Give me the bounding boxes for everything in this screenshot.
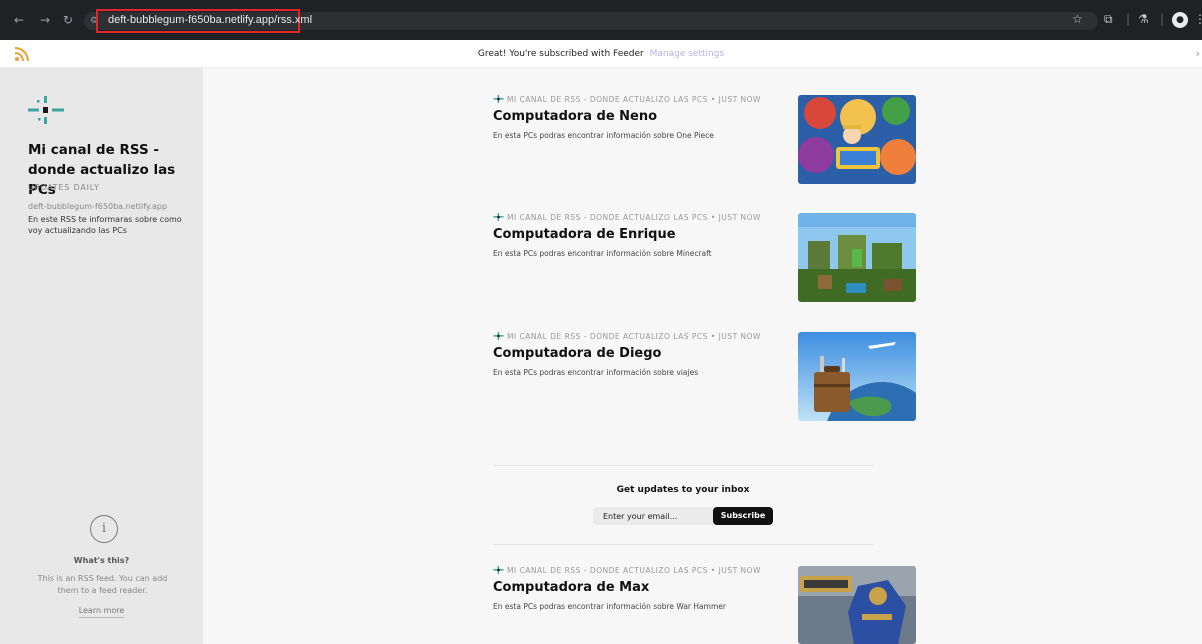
item-title[interactable]: Computadora de Enrique xyxy=(493,227,676,242)
item-thumbnail-war-hammer[interactable] xyxy=(798,566,916,644)
address-bar[interactable]: ⚙ deft-bubblegum-f650ba.netlify.app/rss.… xyxy=(84,9,1098,33)
section-divider xyxy=(493,544,873,545)
item-meta: MI CANAL DE RSS - DONDE ACTUALIZO LAS PC… xyxy=(493,213,761,222)
profile-avatar-icon[interactable]: ● xyxy=(1172,12,1188,28)
toolbar-separator: | xyxy=(1160,12,1165,26)
item-meta-text: MI CANAL DE RSS - DONDE ACTUALIZO LAS PC… xyxy=(507,213,761,222)
chevron-right-icon[interactable]: › xyxy=(1196,47,1200,60)
feed-item[interactable]: MI CANAL DE RSS - DONDE ACTUALIZO LAS PC… xyxy=(493,566,918,644)
item-thumbnail-one-piece[interactable] xyxy=(798,95,916,184)
feed-description: En este RSS te informaras sobre como voy… xyxy=(28,215,182,235)
info-icon: i xyxy=(90,515,118,543)
item-description: En esta PCs podras encontrar información… xyxy=(493,131,714,140)
item-thumbnail-travel[interactable] xyxy=(798,332,916,421)
url-text[interactable]: deft-bubblegum-f650ba.netlify.app/rss.xm… xyxy=(108,14,312,26)
whats-this-description: This is an RSS feed. You can add them to… xyxy=(37,574,168,595)
netlify-mini-logo-icon xyxy=(493,213,504,221)
back-icon[interactable]: ← xyxy=(14,12,24,28)
section-divider xyxy=(493,465,873,466)
feed-item[interactable]: MI CANAL DE RSS - DONDE ACTUALIZO LAS PC… xyxy=(493,95,918,185)
browser-toolbar: ← → ↻ ⚙ deft-bubblegum-f650ba.netlify.ap… xyxy=(0,0,1202,40)
bookmark-star-icon[interactable]: ☆ xyxy=(1072,11,1083,27)
feed-sidebar: Mi canal de RSS - donde actualizo las PC… xyxy=(0,68,203,644)
item-description: En esta PCs podras encontrar información… xyxy=(493,368,699,377)
email-input[interactable] xyxy=(593,507,713,525)
manage-settings-link[interactable]: Manage settings xyxy=(650,49,725,59)
learn-more-link-wrap: Learn more xyxy=(0,606,203,618)
item-description: En esta PCs podras encontrar información… xyxy=(493,249,712,258)
item-meta: MI CANAL DE RSS - DONDE ACTUALIZO LAS PC… xyxy=(493,332,761,341)
subscribe-button[interactable]: Subscribe xyxy=(713,507,773,525)
item-meta-text: MI CANAL DE RSS - DONDE ACTUALIZO LAS PC… xyxy=(507,332,761,341)
whats-this-title: What's this? xyxy=(73,556,130,565)
feed-domain[interactable]: deft-bubblegum-f650ba.netlify.app xyxy=(28,202,167,211)
subscribed-text: Great! You're subscribed with Feeder xyxy=(477,49,644,59)
menu-kebab-icon[interactable]: ⋮ xyxy=(1194,11,1202,27)
update-frequency: UPDATES DAILY xyxy=(28,183,100,192)
item-meta-text: MI CANAL DE RSS - DONDE ACTUALIZO LAS PC… xyxy=(507,566,761,575)
netlify-logo-icon xyxy=(28,96,64,124)
item-thumbnail-minecraft[interactable] xyxy=(798,213,916,302)
toolbar-separator: | xyxy=(1126,12,1131,26)
item-meta: MI CANAL DE RSS - DONDE ACTUALIZO LAS PC… xyxy=(493,95,761,104)
forward-icon[interactable]: → xyxy=(40,12,50,28)
feed-item[interactable]: MI CANAL DE RSS - DONDE ACTUALIZO LAS PC… xyxy=(493,332,918,422)
item-title[interactable]: Computadora de Diego xyxy=(493,346,661,361)
subscribe-title: Get updates to your inbox xyxy=(616,485,750,495)
netlify-mini-logo-icon xyxy=(493,332,504,340)
learn-more-link[interactable]: Learn more xyxy=(78,606,125,618)
item-title[interactable]: Computadora de Max xyxy=(493,580,649,595)
item-description: En esta PCs podras encontrar información… xyxy=(493,602,726,611)
feed-item[interactable]: MI CANAL DE RSS - DONDE ACTUALIZO LAS PC… xyxy=(493,213,918,303)
item-meta: MI CANAL DE RSS - DONDE ACTUALIZO LAS PC… xyxy=(493,566,761,575)
extensions-icon[interactable]: ⧉ xyxy=(1104,11,1113,27)
item-meta-text: MI CANAL DE RSS - DONDE ACTUALIZO LAS PC… xyxy=(507,95,761,104)
netlify-mini-logo-icon xyxy=(493,566,504,574)
item-title[interactable]: Computadora de Neno xyxy=(493,109,657,124)
reload-icon[interactable]: ↻ xyxy=(63,12,73,28)
feeder-status-bar: Great! You're subscribed with Feeder Man… xyxy=(0,40,1202,68)
subscription-message: Great! You're subscribed with Feeder Man… xyxy=(0,49,1202,59)
netlify-mini-logo-icon xyxy=(493,95,504,103)
labs-flask-icon[interactable]: ⚗ xyxy=(1138,11,1149,27)
